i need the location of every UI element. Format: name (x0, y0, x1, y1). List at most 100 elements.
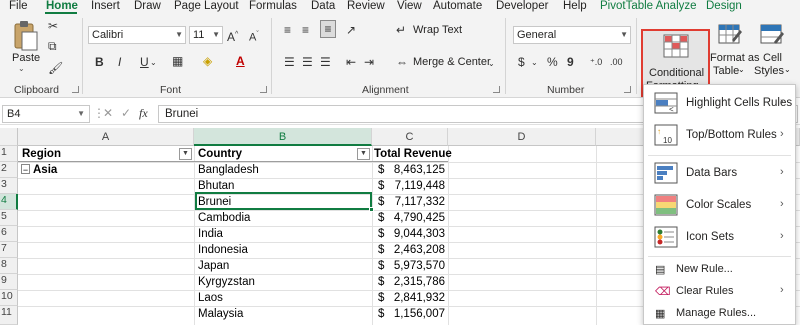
cell-styles-label-1[interactable]: Cell (763, 52, 782, 64)
cell-styles-label-2[interactable]: Styles (754, 65, 784, 77)
middle-align-icon[interactable]: ≡ (302, 22, 309, 38)
row-header[interactable]: 8 (0, 258, 18, 274)
tab-data[interactable]: Data (311, 0, 335, 13)
region-filter-dropdown-icon[interactable]: ▼ (179, 148, 192, 160)
menu-item-top-bottom-rules[interactable]: ↑ 10 Top/Bottom Rules › (644, 121, 795, 151)
comma-style-button[interactable]: 9 (567, 54, 574, 70)
paste-button-label[interactable]: Paste (12, 52, 40, 64)
cancel-icon[interactable]: ✕ (103, 105, 113, 121)
clipboard-launcher-icon[interactable] (72, 86, 79, 93)
country-cell[interactable]: Kyrgyzstan (198, 275, 255, 290)
font-name-select[interactable]: Calibri ▼ (88, 26, 186, 44)
country-cell[interactable]: India (198, 227, 223, 242)
increase-font-icon[interactable]: A^ (227, 27, 238, 45)
tab-help[interactable]: Help (563, 0, 587, 13)
menu-item-data-bars[interactable]: Data Bars › (644, 159, 795, 189)
pivot-header-country[interactable]: Country (198, 147, 242, 162)
chevron-down-icon[interactable]: ⌄ (488, 56, 495, 72)
column-header-d[interactable]: D (448, 128, 596, 146)
chevron-down-icon[interactable]: ⌄ (150, 55, 157, 71)
country-cell-selected[interactable]: Brunei (198, 195, 231, 210)
menu-item-clear-rules[interactable]: ⌫ Clear Rules › (644, 282, 795, 302)
row-header[interactable]: 9 (0, 274, 18, 290)
pivot-header-region[interactable]: Region (22, 147, 61, 162)
decrease-indent-icon[interactable]: ⇤ (346, 54, 356, 70)
bold-button[interactable]: B (95, 54, 104, 70)
number-launcher-icon[interactable] (624, 86, 631, 93)
align-left-icon[interactable]: ☰ (284, 54, 295, 70)
menu-item-color-scales[interactable]: Color Scales › (644, 191, 795, 221)
paste-icon[interactable] (12, 20, 40, 55)
fill-handle[interactable] (369, 207, 374, 212)
collapse-group-icon[interactable]: − (21, 164, 30, 175)
bottom-align-icon[interactable]: ≡ (320, 20, 336, 38)
revenue-cell[interactable]: 5,973,570 (390, 259, 445, 274)
borders-icon[interactable]: ▦ (172, 53, 183, 69)
tab-automate[interactable]: Automate (433, 0, 482, 13)
insert-function-icon[interactable]: fx (139, 105, 148, 121)
revenue-cell[interactable]: 2,463,208 (390, 243, 445, 258)
chevron-down-icon[interactable]: ⌄ (738, 65, 745, 74)
revenue-cell[interactable]: 7,117,332 (390, 195, 445, 210)
underline-button[interactable]: U (140, 54, 149, 70)
copy-icon[interactable]: ⧉ (48, 38, 57, 54)
country-cell[interactable]: Laos (198, 291, 223, 306)
group-label-asia[interactable]: Asia (33, 163, 57, 178)
country-cell[interactable]: Japan (198, 259, 229, 274)
align-center-icon[interactable]: ☰ (302, 54, 313, 70)
country-cell[interactable]: Bhutan (198, 179, 234, 194)
row-header[interactable]: 7 (0, 242, 18, 258)
row-header[interactable]: 3 (0, 178, 18, 194)
menu-item-manage-rules[interactable]: ▦ Manage Rules... (644, 304, 795, 324)
row-header[interactable]: 2 (0, 162, 18, 178)
merge-center-icon[interactable]: ⇔ (396, 54, 408, 70)
country-cell[interactable]: Cambodia (198, 211, 250, 226)
tab-draw[interactable]: Draw (134, 0, 161, 13)
font-size-select[interactable]: 11 ▼ (189, 26, 223, 44)
pivot-header-total-revenue[interactable]: Total Revenue (374, 147, 452, 162)
decrease-decimal-icon[interactable]: .00 (610, 54, 623, 70)
row-header[interactable]: 1 (0, 146, 18, 162)
alignment-launcher-icon[interactable] (493, 86, 500, 93)
format-as-table-label-1[interactable]: Format as (710, 52, 760, 64)
revenue-cell[interactable]: 2,315,786 (390, 275, 445, 290)
font-launcher-icon[interactable] (260, 86, 267, 93)
cell-styles-icon[interactable] (760, 22, 784, 49)
column-header-a[interactable]: A (18, 128, 194, 146)
top-align-icon[interactable]: ≡ (284, 22, 291, 38)
tab-insert[interactable]: Insert (91, 0, 120, 13)
revenue-cell[interactable]: 4,790,425 (390, 211, 445, 226)
country-filter-dropdown-icon[interactable]: ▼ (357, 148, 370, 160)
select-all-corner[interactable] (0, 128, 18, 146)
currency-button[interactable]: $ (518, 54, 525, 70)
country-cell[interactable]: Malaysia (198, 307, 243, 322)
increase-decimal-icon[interactable]: ⁺.0 (590, 54, 602, 70)
menu-item-highlight-cells-rules[interactable]: < Highlight Cells Rules › (644, 89, 795, 119)
country-cell[interactable]: Indonesia (198, 243, 248, 258)
tab-pivottable-analyze[interactable]: PivotTable Analyze (600, 0, 697, 13)
tab-page-layout[interactable]: Page Layout (174, 0, 239, 13)
increase-indent-icon[interactable]: ⇥ (364, 54, 374, 70)
name-box[interactable]: B4 ▼ (2, 105, 90, 123)
column-header-b[interactable]: B (194, 128, 372, 146)
format-as-table-label-2[interactable]: Table (713, 65, 739, 77)
tab-formulas[interactable]: Formulas (249, 0, 297, 13)
font-color-icon[interactable]: A (236, 53, 245, 69)
decrease-font-icon[interactable]: Aˇ (249, 27, 259, 46)
format-as-table-icon[interactable] (718, 22, 742, 49)
paste-dropdown-icon[interactable]: ⌄ (18, 64, 25, 73)
tab-view[interactable]: View (397, 0, 422, 13)
merge-center-button[interactable]: Merge & Center (413, 56, 491, 68)
number-format-select[interactable]: General ▼ (513, 26, 631, 44)
column-header-c[interactable]: C (372, 128, 448, 146)
chevron-down-icon[interactable]: ⌄ (784, 65, 791, 74)
tab-design[interactable]: Design (706, 0, 742, 13)
row-header[interactable]: 4 (0, 194, 18, 210)
revenue-cell[interactable]: 8,463,125 (390, 163, 445, 178)
menu-item-new-rule[interactable]: ▤ New Rule... (644, 260, 795, 280)
percent-button[interactable]: % (547, 54, 558, 70)
revenue-cell[interactable]: 1,156,007 (390, 307, 445, 322)
tab-review[interactable]: Review (347, 0, 385, 13)
country-cell[interactable]: Bangladesh (198, 163, 259, 178)
row-header[interactable]: 11 (0, 306, 18, 325)
